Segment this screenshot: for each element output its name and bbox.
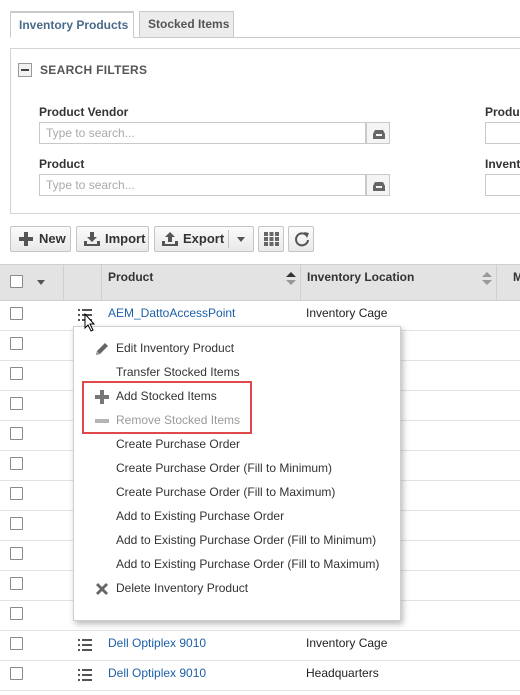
right-filter-input-1[interactable] — [485, 122, 520, 144]
row-menu-icon[interactable] — [78, 639, 92, 651]
product-vendor-input[interactable] — [39, 122, 366, 144]
row-checkbox[interactable] — [10, 337, 23, 350]
menu-item-edit-inventory-product[interactable]: Edit Inventory Product — [74, 337, 400, 361]
menu-item-label: Delete Inventory Product — [116, 581, 249, 595]
menu-item-label: Create Purchase Order — [116, 437, 241, 451]
column-header-m-label: M — [513, 270, 520, 284]
menu-item-create-po-fill-min[interactable]: Create Purchase Order (Fill to Minimum) — [74, 457, 400, 481]
product-link[interactable]: Dell Optiplex 9010 — [108, 666, 206, 680]
row-menu-header — [64, 265, 102, 301]
menu-item-label: Add to Existing Purchase Order (Fill to … — [116, 557, 380, 571]
select-all-header — [0, 265, 64, 301]
inventory-location-cell: Headquarters — [306, 666, 379, 680]
import-button-label: Import — [105, 231, 146, 246]
right-filter-label-2: Invent — [485, 157, 520, 171]
row-checkbox[interactable] — [10, 457, 23, 470]
lookup-tray-icon — [373, 130, 385, 139]
inventory-location-cell: Inventory Cage — [306, 636, 388, 650]
row-checkbox[interactable] — [10, 637, 23, 650]
column-header-m[interactable]: M — [497, 265, 520, 301]
menu-item-label: Add to Existing Purchase Order (Fill to … — [116, 533, 377, 547]
export-button[interactable]: Export — [154, 226, 254, 252]
row-menu-icon[interactable] — [78, 669, 92, 681]
import-button[interactable]: Import — [76, 226, 149, 252]
product-lookup-button[interactable] — [366, 174, 390, 196]
row-checkbox[interactable] — [10, 547, 23, 560]
sort-icon[interactable] — [482, 272, 492, 286]
column-chooser-button[interactable] — [258, 226, 284, 252]
column-header-inventory-location-label: Inventory Location — [307, 270, 415, 284]
row-checkbox[interactable] — [10, 427, 23, 440]
select-all-checkbox[interactable] — [10, 275, 23, 288]
menu-item-label: Edit Inventory Product — [116, 341, 235, 355]
lookup-tray-icon — [373, 182, 385, 191]
row-context-menu: Edit Inventory Product Transfer Stocked … — [73, 326, 401, 621]
row-checkbox[interactable] — [10, 397, 23, 410]
row-checkbox[interactable] — [10, 607, 23, 620]
menu-item-label: Add to Existing Purchase Order — [116, 509, 285, 523]
product-vendor-lookup-button[interactable] — [366, 122, 390, 144]
tab-inventory-products[interactable]: Inventory Products — [10, 11, 134, 38]
row-checkbox[interactable] — [10, 487, 23, 500]
column-header-inventory-location[interactable]: Inventory Location — [301, 265, 497, 301]
row-checkbox[interactable] — [10, 367, 23, 380]
right-filter-input-2[interactable] — [485, 174, 520, 196]
product-input[interactable] — [39, 174, 366, 196]
menu-item-label: Create Purchase Order (Fill to Maximum) — [116, 485, 336, 499]
row-checkbox[interactable] — [10, 517, 23, 530]
search-filters-title: SEARCH FILTERS — [40, 63, 148, 77]
table-row[interactable]: Dell Optiplex 9010 Inventory Cage — [0, 631, 520, 661]
grid-header: Product Inventory Location M — [0, 264, 520, 301]
collapse-filters-button[interactable] — [18, 63, 32, 77]
menu-item-create-po-fill-max[interactable]: Create Purchase Order (Fill to Maximum) — [74, 481, 400, 505]
mouse-cursor-icon — [84, 313, 96, 332]
menu-item-label: Transfer Stocked Items — [116, 365, 240, 379]
inventory-location-cell: Inventory Cage — [306, 306, 388, 320]
menu-item-create-purchase-order[interactable]: Create Purchase Order — [74, 433, 400, 457]
new-button[interactable]: New — [10, 226, 71, 252]
menu-item-delete-inventory-product[interactable]: Delete Inventory Product — [74, 577, 400, 601]
export-split-divider — [228, 230, 229, 248]
tab-stocked-items[interactable]: Stocked Items — [139, 11, 234, 37]
sort-icon[interactable] — [286, 272, 296, 286]
pencil-icon — [96, 343, 108, 355]
menu-item-add-to-existing-po-fill-min[interactable]: Add to Existing Purchase Order (Fill to … — [74, 529, 400, 553]
annotation-highlight-box — [82, 381, 252, 434]
chevron-down-icon[interactable] — [37, 280, 45, 285]
column-header-product[interactable]: Product — [102, 265, 301, 301]
column-header-product-label: Product — [108, 270, 154, 284]
plus-icon — [19, 232, 33, 246]
refresh-button[interactable] — [288, 226, 314, 252]
right-filter-label-1: Produ — [485, 105, 520, 119]
grid-columns-icon — [264, 232, 279, 246]
row-checkbox[interactable] — [10, 667, 23, 680]
menu-item-label: Create Purchase Order (Fill to Minimum) — [116, 461, 333, 475]
chevron-down-icon[interactable] — [237, 237, 245, 242]
product-vendor-label: Product Vendor — [39, 105, 129, 119]
import-icon — [84, 232, 100, 246]
table-row[interactable]: Dell Optiplex 9010 Headquarters — [0, 661, 520, 691]
product-link[interactable]: Dell Optiplex 9010 — [108, 636, 206, 650]
refresh-icon — [295, 232, 309, 247]
product-label: Product — [39, 157, 85, 171]
product-link[interactable]: AEM_DattoAccessPoint — [108, 306, 235, 320]
row-checkbox[interactable] — [10, 307, 23, 320]
export-button-label: Export — [183, 231, 225, 246]
menu-item-add-to-existing-po[interactable]: Add to Existing Purchase Order — [74, 505, 400, 529]
export-icon — [162, 232, 178, 246]
x-icon — [96, 583, 108, 595]
row-checkbox[interactable] — [10, 577, 23, 590]
menu-item-add-to-existing-po-fill-max[interactable]: Add to Existing Purchase Order (Fill to … — [74, 553, 400, 577]
new-button-label: New — [39, 231, 66, 246]
